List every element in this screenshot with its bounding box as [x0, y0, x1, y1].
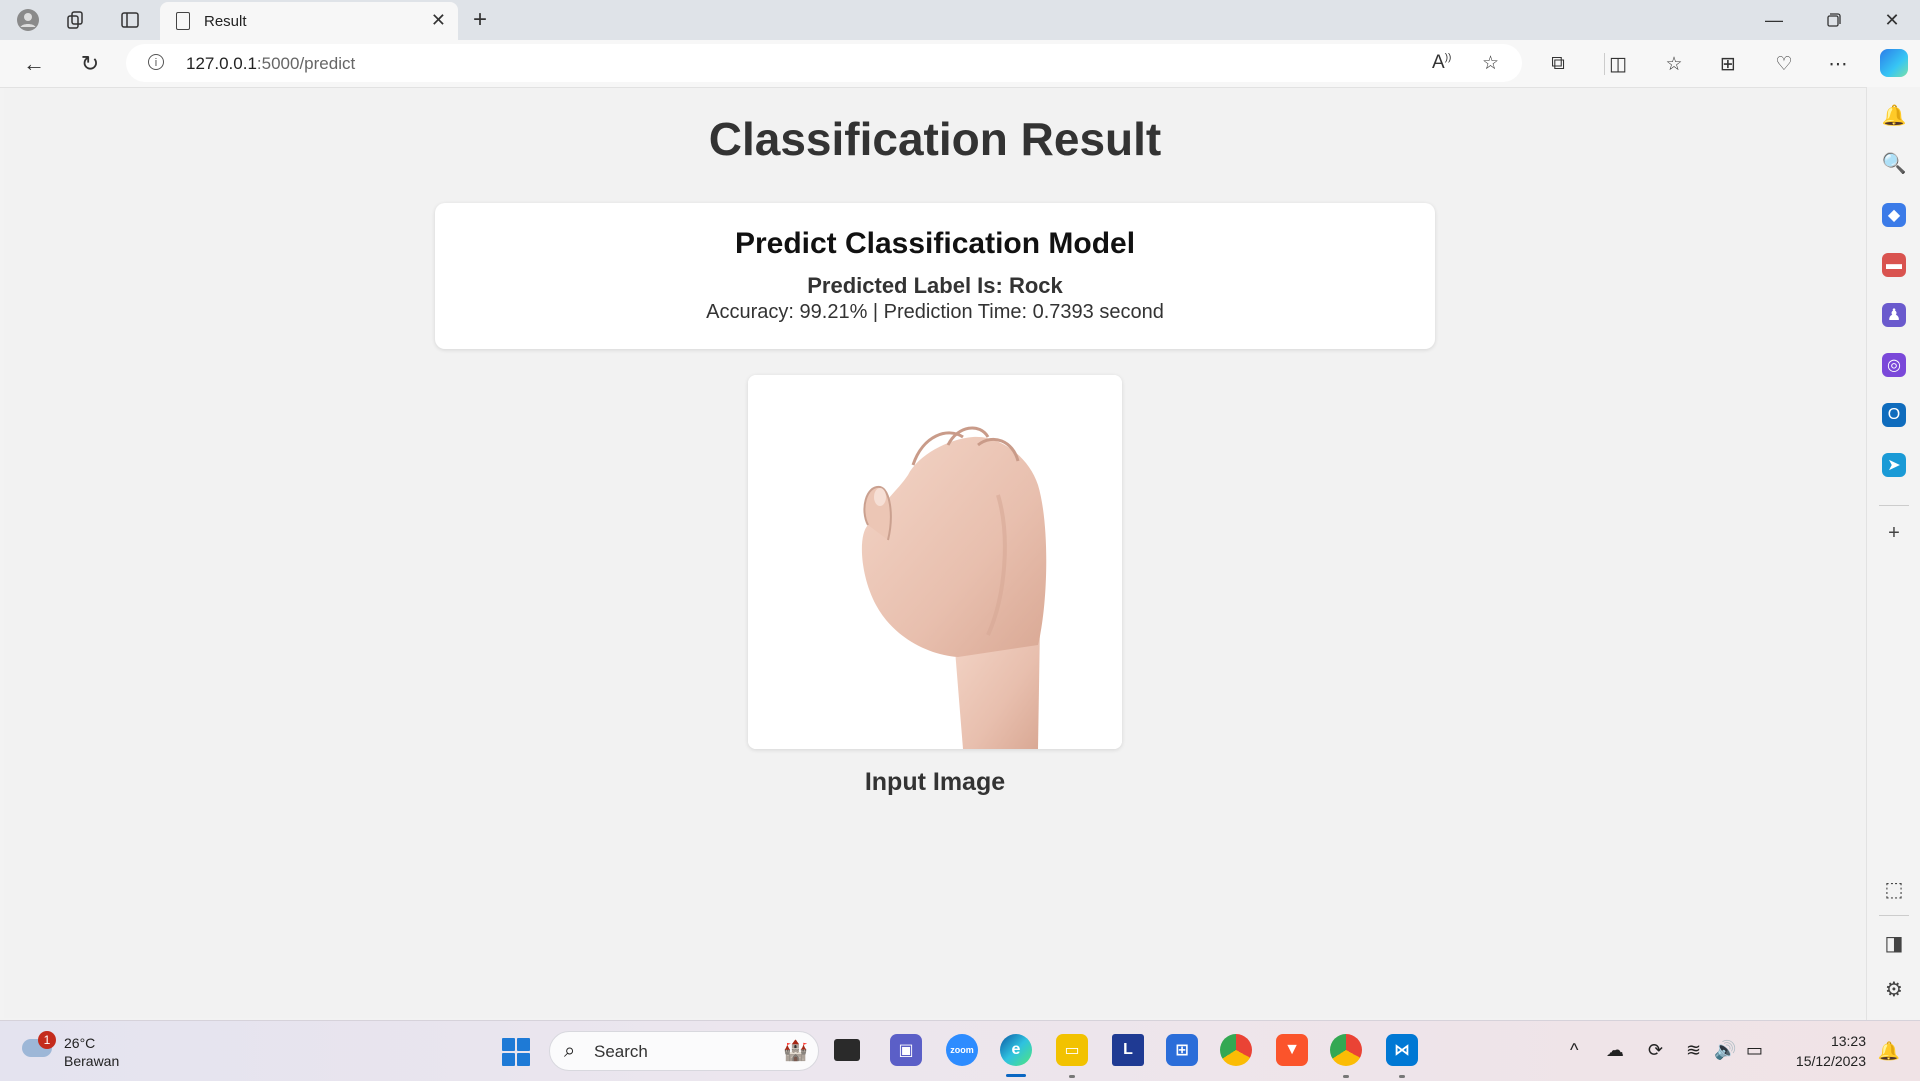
wifi-icon[interactable]: ≋ — [1686, 1040, 1701, 1061]
page-title: Classification Result — [708, 113, 1162, 165]
edge-sidebar: 🔔 🔍 ◆ ▬ ♟ ◎ O ➤ + ⬚ ◨ ⚙ — [1866, 87, 1920, 1020]
url-text[interactable]: 127.0.0.1:5000/predict — [186, 54, 355, 74]
edge-icon[interactable]: e — [1000, 1034, 1032, 1066]
explorer-running-indicator — [1069, 1075, 1075, 1078]
minimize-icon[interactable]: — — [1746, 0, 1802, 40]
screenshot-icon[interactable]: ⬚ — [1882, 877, 1906, 901]
taskbar: 1 26°C Berawan ⌕ Search 🏰 ▣ zoom e ▭ L ⊞… — [0, 1020, 1920, 1081]
tools-briefcase-icon[interactable]: ▬ — [1882, 253, 1906, 277]
sidebar-settings-gear-icon[interactable]: ⚙ — [1882, 977, 1906, 1001]
system-clock[interactable]: 13:23 15/12/2023 — [1796, 1031, 1866, 1071]
close-window-icon[interactable]: ✕ — [1864, 0, 1920, 40]
card-title: Predict Classification Model — [734, 227, 1136, 260]
read-aloud-icon[interactable]: A)) — [1432, 52, 1451, 74]
favorites-icon[interactable]: ☆ — [1658, 48, 1690, 80]
title-bar: Result ✕ + — ✕ — [0, 0, 1920, 40]
chrome-icon[interactable] — [1220, 1034, 1252, 1066]
search-highlight-icon: 🏰 — [783, 1040, 808, 1062]
input-image — [748, 375, 1122, 749]
split-screen-icon[interactable]: ◫ — [1602, 48, 1634, 80]
notification-bell-icon[interactable]: 🔔 — [1878, 1041, 1900, 1062]
onedrive-icon[interactable]: ☁ — [1606, 1040, 1624, 1061]
url-path: :5000/predict — [256, 54, 356, 73]
clock-date: 15/12/2023 — [1795, 1053, 1866, 1069]
predicted-label: Predicted Label Is: Rock — [807, 273, 1063, 298]
site-info-icon[interactable]: i — [148, 54, 164, 70]
vscode-running-indicator — [1399, 1075, 1405, 1078]
chevron-up-icon[interactable]: ^ — [1570, 1040, 1578, 1061]
sidebar-divider-bottom — [1879, 915, 1909, 916]
browser-toolbar: ← ↻ i 127.0.0.1:5000/predict A)) ☆ ⧉ ◫ ☆… — [0, 40, 1920, 88]
notifications-bell-icon[interactable]: 🔔 — [1882, 103, 1907, 127]
profile-icon[interactable] — [10, 4, 46, 36]
copilot-icon[interactable] — [1880, 49, 1908, 77]
refresh-icon[interactable]: ↻ — [72, 46, 108, 82]
file-explorer-icon[interactable]: ▭ — [1056, 1034, 1088, 1066]
add-sidebar-app-icon[interactable]: + — [1882, 521, 1906, 545]
taskbar-search-label: Search — [594, 1042, 648, 1061]
edge-active-indicator — [1006, 1074, 1026, 1077]
image-caption: Input Image — [864, 768, 1006, 796]
tab-result[interactable]: Result ✕ — [160, 2, 458, 40]
address-bar[interactable]: i 127.0.0.1:5000/predict A)) ☆ — [126, 44, 1522, 82]
search-icon[interactable]: 🔍 — [1882, 151, 1907, 175]
workspaces-icon[interactable] — [58, 4, 94, 36]
weather-condition: Berawan — [64, 1053, 120, 1069]
settings-more-icon[interactable]: ⋯ — [1822, 48, 1854, 80]
prediction-stats: Accuracy: 99.21% | Prediction Time: 0.73… — [706, 301, 1164, 323]
hide-sidebar-icon[interactable]: ◨ — [1882, 931, 1906, 955]
volume-icon[interactable]: 🔊 — [1714, 1040, 1736, 1061]
shopping-tag-icon[interactable]: ◆ — [1882, 203, 1906, 227]
weather-badge: 1 — [38, 1031, 56, 1049]
search-icon: ⌕ — [564, 1040, 576, 1062]
collections-icon[interactable]: ⊞ — [1712, 48, 1744, 80]
microsoft-365-icon[interactable]: ◎ — [1882, 353, 1906, 377]
url-host: 127.0.0.1 — [186, 54, 257, 73]
vertical-tabs-icon[interactable] — [112, 4, 148, 36]
vscode-icon[interactable]: ⋈ — [1386, 1034, 1418, 1066]
sync-icon[interactable]: ⟳ — [1648, 1040, 1663, 1061]
new-tab-button[interactable]: + — [462, 4, 498, 36]
weather-temp: 26°C — [64, 1035, 96, 1051]
restore-icon[interactable] — [1806, 0, 1862, 40]
page-icon — [176, 12, 190, 30]
chrome-running-indicator — [1343, 1075, 1349, 1078]
favorite-star-icon[interactable]: ☆ — [1482, 52, 1499, 75]
browser-essentials-icon[interactable]: ♡ — [1768, 48, 1800, 80]
chrome-profile-icon[interactable] — [1330, 1034, 1362, 1066]
drop-send-icon[interactable]: ➤ — [1882, 453, 1906, 477]
extensions-icon[interactable]: ⧉ — [1542, 48, 1574, 80]
back-arrow-icon[interactable]: ← — [16, 46, 52, 82]
clock-time: 13:23 — [1830, 1033, 1866, 1049]
teams-chat-icon[interactable]: ▣ — [890, 1034, 922, 1066]
zoom-icon[interactable]: zoom — [946, 1034, 978, 1066]
task-view-icon[interactable] — [834, 1039, 860, 1061]
taskbar-search[interactable]: ⌕ Search 🏰 — [549, 1031, 819, 1071]
close-tab-icon[interactable]: ✕ — [431, 10, 446, 31]
sidebar-divider — [1879, 505, 1909, 506]
microsoft-store-icon[interactable]: ⊞ — [1166, 1034, 1198, 1066]
battery-icon[interactable]: ▭ — [1746, 1040, 1763, 1061]
l-app-icon[interactable]: L — [1112, 1034, 1144, 1066]
outlook-icon[interactable]: O — [1882, 403, 1906, 427]
tab-title: Result — [204, 12, 247, 30]
games-icon[interactable]: ♟ — [1882, 303, 1906, 327]
brave-icon[interactable]: ▼ — [1276, 1034, 1308, 1066]
result-card: Predict Classification Model Predicted L… — [435, 203, 1435, 349]
page-content: Classification Result Predict Classifica… — [4, 88, 1866, 1018]
hand-rock-image — [748, 375, 1122, 749]
start-button[interactable] — [502, 1038, 530, 1066]
